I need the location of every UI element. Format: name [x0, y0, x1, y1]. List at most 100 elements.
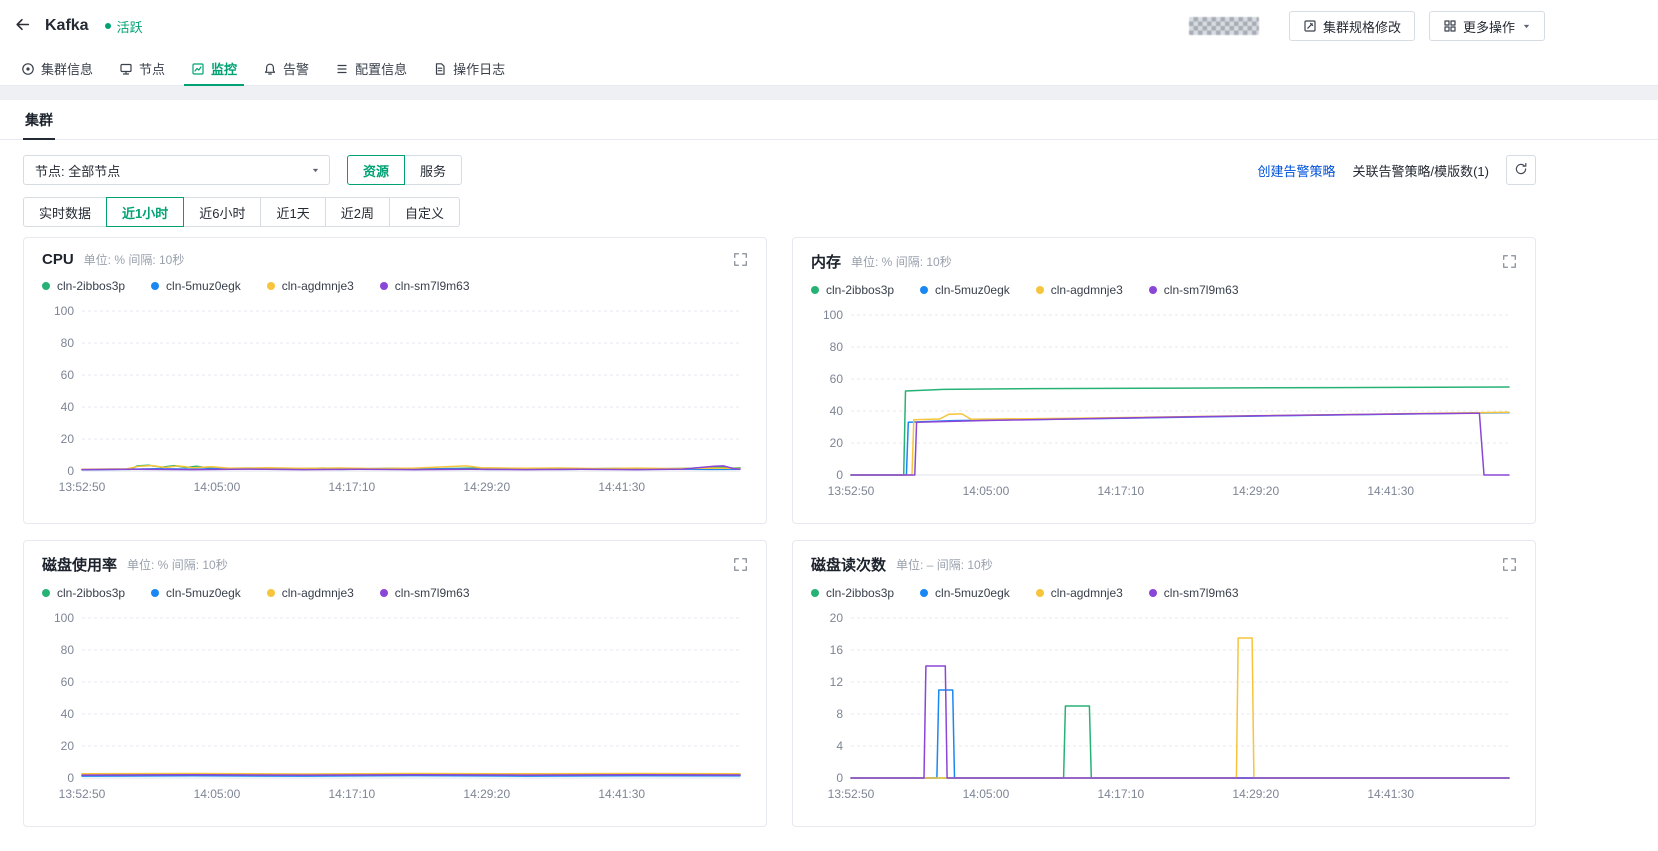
time-range-5[interactable]: 自定义	[388, 197, 460, 227]
time-range-label: 近6小时	[199, 205, 246, 221]
legend-dot-icon	[42, 282, 50, 290]
page-title: Kafka	[45, 17, 89, 34]
legend-item[interactable]: cln-2ibbos3p	[811, 283, 894, 297]
chart-card-header: CPU 单位: % 间隔: 10秒	[42, 251, 748, 268]
view-toggle-0[interactable]: 资源	[347, 155, 406, 185]
tab-label: 操作日志	[453, 62, 506, 77]
status-badge: 活跃	[104, 17, 143, 36]
back-arrow-icon	[14, 16, 31, 36]
subtab-bar: 集群	[0, 100, 1658, 140]
cluster-info-icon	[21, 62, 35, 76]
time-range-label: 近2周	[340, 205, 374, 221]
legend-item[interactable]: cln-5muz0egk	[920, 283, 1010, 297]
legend-item[interactable]: cln-sm7l9m63	[1148, 586, 1239, 600]
svg-text:14:41:30: 14:41:30	[1367, 787, 1414, 801]
legend-item[interactable]: cln-sm7l9m63	[379, 279, 470, 293]
svg-text:14:05:00: 14:05:00	[963, 787, 1010, 801]
cluster-spec-modify-label: 集群规格修改	[1322, 19, 1401, 35]
svg-text:14:29:20: 14:29:20	[1232, 787, 1279, 801]
refresh-icon	[1514, 162, 1528, 179]
legend-item[interactable]: cln-agdmnje3	[1035, 586, 1123, 600]
view-toggle-label: 服务	[420, 163, 447, 179]
svg-text:4: 4	[836, 739, 843, 753]
svg-text:14:05:00: 14:05:00	[963, 484, 1010, 498]
node-select-value: 节点: 全部节点	[35, 163, 121, 179]
tab-monitor[interactable]: 监控	[178, 52, 250, 86]
tab-cluster-info[interactable]: 集群信息	[8, 52, 106, 85]
node-select[interactable]: 节点: 全部节点	[23, 155, 330, 185]
expand-icon[interactable]	[1502, 557, 1517, 572]
legend-item[interactable]: cln-2ibbos3p	[42, 586, 125, 600]
legend-label: cln-2ibbos3p	[57, 279, 126, 293]
filter-controls: 节点: 全部节点 资源 服务 创建告警策略 关联告警策略/模版数(1)	[23, 155, 1536, 185]
svg-text:14:41:30: 14:41:30	[598, 480, 645, 494]
expand-icon[interactable]	[733, 252, 748, 267]
more-actions-icon	[1443, 19, 1457, 33]
tab-nodes[interactable]: 节点	[106, 52, 178, 85]
chevron-down-icon	[1522, 22, 1531, 31]
top-bar-left: Kafka 活跃	[14, 16, 143, 36]
legend-item[interactable]: cln-sm7l9m63	[379, 586, 470, 600]
expand-icon[interactable]	[733, 557, 748, 572]
tab-operation-log[interactable]: 操作日志	[420, 52, 518, 85]
legend-item[interactable]: cln-agdmnje3	[266, 279, 354, 293]
top-bar: Kafka 活跃 集群规格修改 更多操作	[0, 0, 1658, 52]
legend-label: cln-5muz0egk	[166, 279, 241, 293]
top-bar-right: 集群规格修改 更多操作	[1188, 11, 1545, 41]
legend-label: cln-5muz0egk	[935, 283, 1010, 297]
legend-dot-icon	[1148, 589, 1157, 597]
svg-text:20: 20	[830, 436, 844, 450]
line-chart: 0 4 8 12 16 20 13:52:50 14:05:00 14:17:10 14:29:2…	[828, 611, 1510, 801]
legend-label: cln-2ibbos3p	[826, 586, 895, 600]
alarm-icon	[263, 62, 277, 76]
legend-dot-icon	[811, 589, 819, 597]
svg-text:14:17:10: 14:17:10	[1097, 787, 1144, 801]
svg-text:40: 40	[830, 404, 844, 418]
content-area: 节点: 全部节点 资源 服务 创建告警策略 关联告警策略/模版数(1) 实时数据 近…	[0, 155, 1658, 851]
svg-text:100: 100	[823, 308, 843, 322]
tab-alarm[interactable]: 告警	[250, 52, 322, 85]
time-range-2[interactable]: 近6小时	[183, 197, 262, 227]
legend-item[interactable]: cln-agdmnje3	[266, 586, 354, 600]
legend-item[interactable]: cln-5muz0egk	[151, 279, 241, 293]
svg-text:14:29:20: 14:29:20	[1232, 484, 1279, 498]
svg-text:20: 20	[61, 739, 75, 753]
config-icon	[335, 62, 349, 76]
back-button[interactable]	[14, 16, 31, 36]
chart-title: 磁盘读次数	[811, 557, 887, 574]
time-range-1[interactable]: 近1小时	[106, 197, 185, 227]
legend-item[interactable]: cln-sm7l9m63	[1148, 283, 1239, 297]
tab-config-info[interactable]: 配置信息	[322, 52, 420, 85]
time-range-label: 自定义	[404, 205, 444, 221]
svg-text:0: 0	[67, 771, 74, 785]
legend-dot-icon	[379, 282, 388, 290]
expand-icon[interactable]	[1502, 254, 1517, 269]
time-range-4[interactable]: 近2周	[324, 197, 390, 227]
view-toggle-1[interactable]: 服务	[404, 155, 463, 185]
chart-card-2: 磁盘使用率 单位: % 间隔: 10秒 cln-2ibbos3p cln-5muz0e…	[23, 540, 767, 827]
legend-dot-icon	[266, 589, 275, 597]
line-chart: 0 20 40 60 80 100 13:52:50 14:05:00 14:17:10 14:2…	[54, 304, 741, 494]
more-actions-button[interactable]: 更多操作	[1428, 11, 1545, 41]
legend-item[interactable]: cln-2ibbos3p	[42, 279, 125, 293]
assoc-alert-link[interactable]: 关联告警策略/模版数(1)	[1352, 161, 1489, 180]
legend-item[interactable]: cln-2ibbos3p	[811, 586, 894, 600]
refresh-button[interactable]	[1506, 155, 1536, 185]
legend-item[interactable]: cln-agdmnje3	[1035, 283, 1123, 297]
chart-card-header: 磁盘使用率 单位: % 间隔: 10秒	[42, 554, 748, 575]
svg-text:14:41:30: 14:41:30	[1367, 484, 1414, 498]
create-alert-link[interactable]: 创建告警策略	[1257, 161, 1335, 180]
legend-label: cln-sm7l9m63	[1163, 283, 1239, 297]
main-panel: 集群 节点: 全部节点 资源 服务 创建告警策略 关联告警策略/模版数(1) 实时…	[0, 100, 1658, 851]
line-chart: 0 20 40 60 80 100 13:52:50 14:05:00 14:17:10 14:2…	[823, 308, 1510, 498]
monitor-icon	[191, 62, 205, 76]
chart-title: 磁盘使用率	[42, 557, 118, 574]
time-range-0[interactable]: 实时数据	[23, 197, 108, 227]
subtab-cluster[interactable]: 集群	[23, 100, 55, 140]
legend-item[interactable]: cln-5muz0egk	[920, 586, 1010, 600]
time-range-3[interactable]: 近1天	[260, 197, 326, 227]
chart-title: CPU	[42, 251, 74, 268]
cluster-spec-modify-button[interactable]: 集群规格修改	[1288, 11, 1415, 41]
chart-legend: cln-2ibbos3p cln-5muz0egk cln-agdmnje3 cln-…	[42, 279, 748, 293]
legend-item[interactable]: cln-5muz0egk	[151, 586, 241, 600]
